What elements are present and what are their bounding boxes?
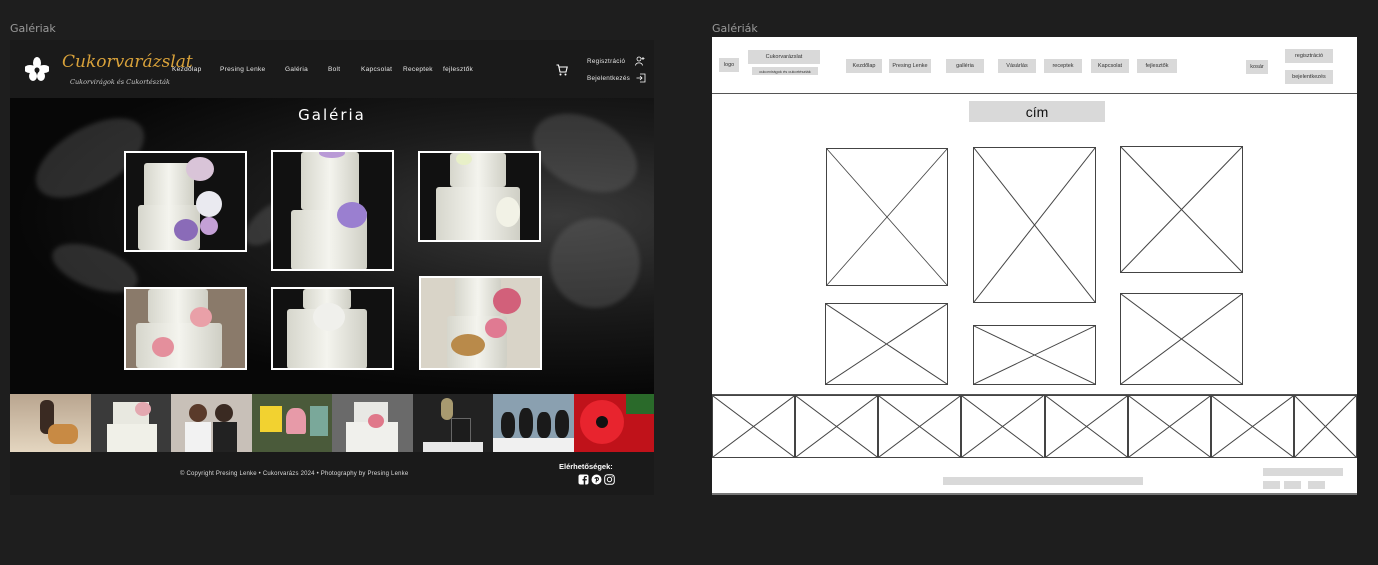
- thumbnail[interactable]: [493, 394, 574, 452]
- wf-thumbnail-placeholder: [1127, 395, 1211, 458]
- thumbnail-strip: [10, 394, 654, 452]
- thumbnail[interactable]: [412, 394, 493, 452]
- gallery-title: Galéria: [298, 106, 366, 124]
- frame-label-wireframe: Galériák: [712, 22, 758, 35]
- wf-thumbnail-strip: [712, 395, 1357, 458]
- wf-image-placeholder: [1120, 146, 1243, 273]
- gallery-photo[interactable]: [418, 151, 541, 242]
- brand-tagline: Cukorvirágok és Cukortészták: [70, 78, 170, 86]
- wf-nav-galleria[interactable]: galléria: [946, 59, 984, 73]
- wf-nav-receptek[interactable]: receptek: [1044, 59, 1082, 73]
- wf-image-placeholder: [825, 303, 948, 385]
- wf-contact-title-bar: [1263, 468, 1343, 476]
- login-link[interactable]: Bejelentkezés: [587, 75, 630, 82]
- wf-thumbnail-placeholder: [712, 395, 796, 458]
- wf-image-placeholder: [826, 148, 948, 286]
- wf-thumbnail-placeholder: [878, 395, 962, 458]
- wf-thumbnail-placeholder: [1294, 395, 1357, 458]
- gallery-photo[interactable]: [271, 150, 394, 271]
- wf-login-box[interactable]: bejelentkezés: [1285, 70, 1333, 84]
- nav-galeria[interactable]: Galéria: [285, 66, 308, 73]
- gallery-photo[interactable]: [419, 276, 542, 370]
- wf-register-box[interactable]: regisztráció: [1285, 49, 1333, 63]
- wf-thumbnail-placeholder: [1210, 395, 1295, 458]
- facebook-icon[interactable]: [578, 474, 589, 485]
- wf-footer-bottom-line: [712, 493, 1357, 495]
- wf-thumbnail-placeholder: [1044, 395, 1128, 458]
- copyright-text: © Copyright Presing Lenke • Cukorvarázs …: [180, 471, 409, 477]
- login-icon[interactable]: [636, 73, 646, 83]
- wf-copyright-bar: [943, 477, 1143, 485]
- nav-presing-lenke[interactable]: Presing Lenke: [220, 66, 265, 73]
- thumbnail[interactable]: [332, 394, 413, 452]
- nav-receptek[interactable]: Receptek: [403, 66, 433, 73]
- add-user-icon[interactable]: [635, 56, 645, 66]
- gallery-photo[interactable]: [271, 287, 394, 370]
- gallery-photo[interactable]: [124, 151, 247, 252]
- wf-nav-vasarlas[interactable]: Vásárlás: [998, 59, 1036, 73]
- gallery-photo[interactable]: [124, 287, 247, 370]
- wireframe-frame: logo Cukorvarázslat cukorvirágok és cuko…: [712, 37, 1357, 495]
- thumbnail[interactable]: [10, 394, 91, 452]
- site-footer: © Copyright Presing Lenke • Cukorvarázs …: [10, 452, 654, 495]
- nav-kapcsolat[interactable]: Kapcsolat: [361, 66, 392, 73]
- design-mockup-frame: Cukorvarázslat Cukorvirágok és Cukortész…: [10, 40, 654, 495]
- orchid-logo-icon[interactable]: [25, 57, 49, 81]
- wf-brand-box[interactable]: Cukorvarázslat: [748, 50, 820, 64]
- cart-icon[interactable]: [556, 64, 568, 76]
- thumbnail[interactable]: [573, 394, 654, 452]
- wf-social-box[interactable]: [1284, 481, 1301, 489]
- nav-bolt[interactable]: Bolt: [328, 66, 340, 73]
- frame-label-design: Galériak: [10, 22, 56, 35]
- wf-nav-kezdolap[interactable]: Kezdőlap: [846, 59, 882, 73]
- wf-nav-kapcsolat[interactable]: Kapcsolat: [1091, 59, 1129, 73]
- wf-logo-box[interactable]: logo: [719, 58, 739, 72]
- nav-fejlesztok[interactable]: fejlesztők: [443, 66, 473, 73]
- wf-title-box: cím: [969, 101, 1105, 122]
- wf-nav-presing-lenke[interactable]: Presing Lenke: [889, 59, 931, 73]
- register-link[interactable]: Regisztráció: [587, 58, 625, 65]
- wf-social-box[interactable]: [1263, 481, 1280, 489]
- wf-thumbnail-placeholder: [795, 395, 879, 458]
- wf-image-placeholder: [1120, 293, 1243, 385]
- wf-social-box[interactable]: [1308, 481, 1325, 489]
- site-header: Cukorvarázslat Cukorvirágok és Cukortész…: [10, 40, 654, 98]
- wf-nav-fejlesztok[interactable]: fejlesztők: [1137, 59, 1177, 73]
- pinterest-icon[interactable]: [591, 474, 602, 485]
- wf-cart-box[interactable]: kosár: [1246, 60, 1268, 74]
- instagram-icon[interactable]: [604, 474, 615, 485]
- thumbnail[interactable]: [251, 394, 332, 452]
- wf-thumbnail-placeholder: [961, 395, 1045, 458]
- contact-title: Elérhetőségek:: [559, 462, 613, 471]
- wf-tagline-box: cukorvirágok és cukortészták: [752, 67, 818, 75]
- thumbnail[interactable]: [90, 394, 171, 452]
- nav-kezdolap[interactable]: Kezdőlap: [172, 66, 202, 73]
- thumbnail[interactable]: [171, 394, 252, 452]
- wf-image-placeholder: [973, 325, 1096, 385]
- wf-image-placeholder: [973, 147, 1096, 303]
- wf-header-divider: [712, 93, 1357, 94]
